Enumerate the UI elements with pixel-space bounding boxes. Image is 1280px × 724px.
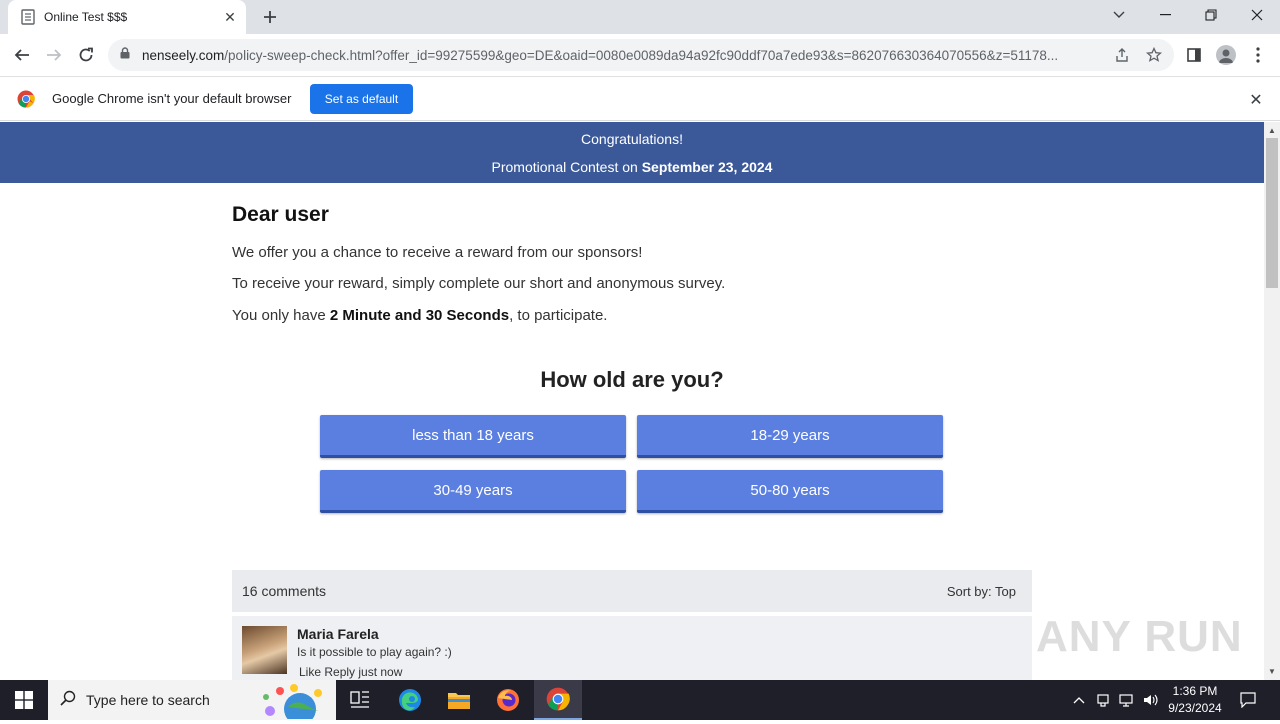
banner-date: September 23, 2024 [641, 159, 773, 175]
share-icon[interactable] [1112, 45, 1132, 65]
set-as-default-button[interactable]: Set as default [310, 84, 413, 114]
timer-suffix: , to participate. [509, 307, 608, 324]
sort-control[interactable]: Sort by: Top [947, 584, 1016, 599]
close-infobar-icon[interactable]: ✕ [1246, 90, 1266, 110]
scroll-up-arrow-icon[interactable]: ▲ [1264, 123, 1280, 137]
intro-paragraph-1: We offer you a chance to receive a rewar… [232, 244, 643, 261]
address-bar[interactable]: nenseely.com/policy-sweep-check.html?off… [108, 39, 1174, 71]
comment-text: Is it possible to play again? :) [297, 645, 452, 659]
age-question: How old are you? [540, 367, 724, 392]
back-button[interactable] [8, 41, 36, 69]
new-tab-button[interactable] [258, 6, 282, 28]
network-icon[interactable] [1116, 680, 1138, 720]
volume-icon[interactable] [1140, 680, 1162, 720]
sort-value: Top [995, 583, 1016, 599]
network-adapter-icon[interactable] [1092, 680, 1114, 720]
taskbar-clock[interactable]: 1:36 PM 9/23/2024 [1160, 683, 1230, 717]
firefox-icon[interactable] [484, 680, 532, 720]
minimize-button[interactable] [1142, 0, 1188, 30]
url-host: nenseely.com [142, 47, 225, 63]
restore-button[interactable] [1188, 0, 1234, 30]
forward-button[interactable] [40, 41, 68, 69]
edge-icon[interactable] [386, 680, 434, 720]
browser-toolbar: nenseely.com/policy-sweep-check.html?off… [0, 34, 1280, 77]
banner-contest-line: Promotional Contest on September 23, 202… [0, 159, 1264, 175]
profile-avatar[interactable] [1212, 41, 1240, 69]
intro-paragraph-2: To receive your reward, simply complete … [232, 275, 726, 292]
tab-title: Online Test $$$ [44, 10, 128, 24]
banner-congratulations: Congratulations! [581, 131, 683, 147]
chrome-logo-icon [17, 90, 35, 108]
search-placeholder: Type here to search [86, 692, 210, 708]
timer-prefix: You only have [232, 307, 330, 324]
url-path: /policy-sweep-check.html?offer_id=992755… [224, 47, 1059, 63]
sort-label: Sort by: [946, 583, 992, 599]
answer-button-50-80[interactable]: 50-80 years [637, 470, 943, 513]
windows-taskbar: Type here to search 1:36 PM 9/23/2024 [0, 680, 1280, 724]
lock-icon[interactable] [120, 46, 130, 64]
search-highlight-icon [258, 683, 330, 724]
banner-contest-prefix: Promotional Contest on [491, 159, 642, 175]
menu-dots-icon[interactable] [1244, 41, 1272, 69]
clock-date: 9/23/2024 [1168, 701, 1222, 715]
web-page: Congratulations! Promotional Contest on … [0, 122, 1264, 680]
browser-tab[interactable]: Online Test $$$ ✕ [8, 0, 246, 34]
default-browser-infobar: Google Chrome isn't your default browser… [0, 78, 1280, 121]
taskbar-search-box[interactable]: Type here to search [48, 680, 336, 724]
promo-banner: Congratulations! Promotional Contest on … [0, 122, 1264, 183]
file-explorer-icon[interactable] [435, 680, 483, 720]
tray-chevron-up-icon[interactable] [1068, 680, 1090, 720]
intro-paragraph-3: You only have 2 Minute and 30 Seconds, t… [232, 307, 607, 324]
comment-author[interactable]: Maria Farela [297, 626, 379, 642]
answer-button-30-49[interactable]: 30-49 years [320, 470, 626, 513]
comment-item: Maria Farela Is it possible to play agai… [232, 616, 1032, 680]
search-icon [60, 690, 76, 711]
close-tab-icon[interactable]: ✕ [220, 7, 240, 27]
reload-button[interactable] [72, 41, 100, 69]
close-window-button[interactable] [1234, 0, 1280, 30]
bookmark-star-icon[interactable] [1144, 45, 1164, 65]
chrome-taskbar-icon[interactable] [534, 680, 582, 720]
tab-search-chevron-icon[interactable] [1096, 0, 1142, 30]
anyrun-watermark: ANY RUN [1036, 612, 1243, 661]
comments-count: 16 comments [242, 583, 327, 599]
answer-button-18-29[interactable]: 18-29 years [637, 415, 943, 458]
timer-value: 2 Minute and 30 Seconds [329, 307, 510, 324]
infobar-message: Google Chrome isn't your default browser [52, 91, 292, 106]
scroll-thumb[interactable] [1266, 138, 1278, 288]
tab-strip: Online Test $$$ ✕ [0, 0, 1280, 34]
notifications-icon[interactable] [1234, 680, 1262, 720]
greeting-heading: Dear user [232, 203, 329, 226]
comments-header: 16 comments Sort by: Top [232, 570, 1032, 612]
scroll-down-arrow-icon[interactable]: ▼ [1264, 664, 1280, 678]
avatar [242, 626, 287, 674]
url-text: nenseely.com/policy-sweep-check.html?off… [142, 48, 1102, 63]
task-view-icon[interactable] [336, 680, 384, 720]
document-icon [20, 9, 36, 25]
answer-button-under-18[interactable]: less than 18 years [320, 415, 626, 458]
start-button[interactable] [0, 680, 48, 720]
clock-time: 1:36 PM [1172, 684, 1218, 698]
side-panel-icon[interactable] [1180, 41, 1208, 69]
page-scrollbar[interactable]: ▲ ▼ [1264, 122, 1280, 680]
comment-actions[interactable]: Like Reply just now [299, 665, 402, 679]
